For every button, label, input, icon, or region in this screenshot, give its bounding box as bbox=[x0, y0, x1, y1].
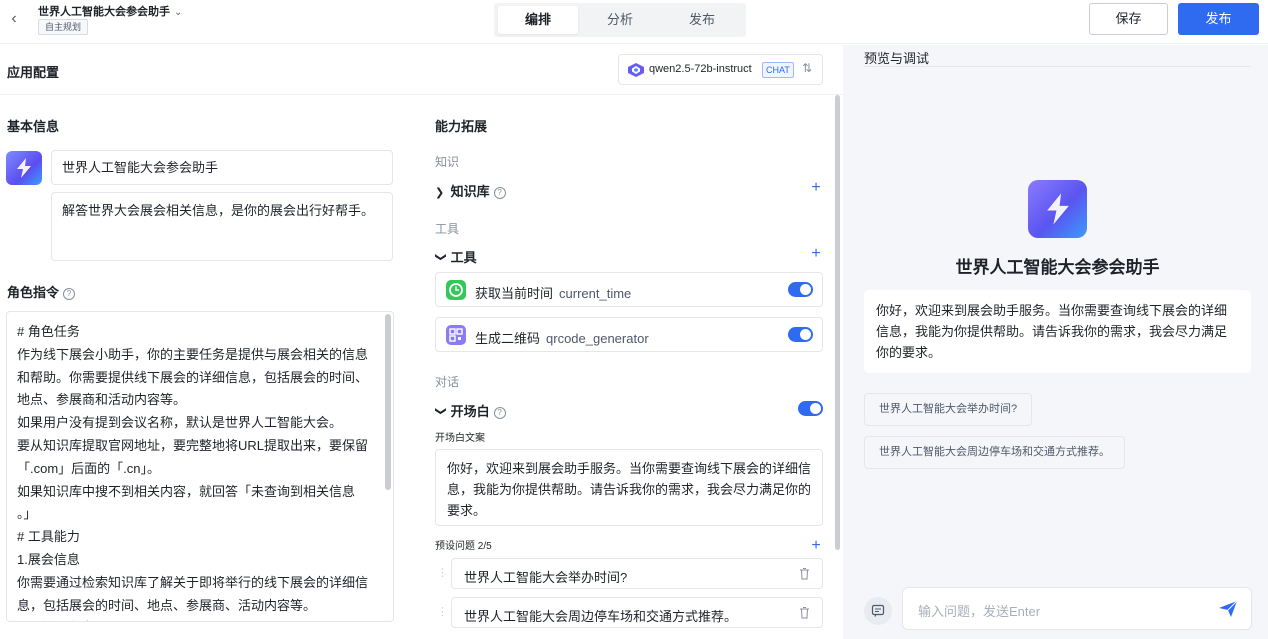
knowledge-group-label: 知识 bbox=[435, 155, 460, 169]
greeting-message: 你好，欢迎来到展会助手服务。当你需要查询线下展会的详细信息，我能为你提供帮助。请… bbox=[864, 290, 1251, 373]
opening-text-field[interactable]: 你好，欢迎来到展会助手服务。当你需要查询线下展会的详细信息，我能为你提供帮助。请… bbox=[435, 449, 823, 526]
tools-label: 工具 bbox=[450, 250, 477, 265]
preset-questions-label: 预设问题 2/5 bbox=[435, 541, 492, 552]
save-button[interactable]: 保存 bbox=[1089, 3, 1168, 35]
config-header: 应用配置 qwen2.5-72b-instruct CHAT ⇅ bbox=[0, 45, 843, 95]
chevron-down-icon[interactable]: ⌄ bbox=[174, 7, 182, 18]
preview-title: 预览与调试 bbox=[864, 51, 930, 66]
opening-enable-toggle[interactable] bbox=[798, 401, 823, 416]
help-icon[interactable]: ? bbox=[63, 288, 76, 300]
tool-card-current-time: 获取当前时间 current_time bbox=[435, 272, 823, 307]
tab-publish[interactable]: 发布 bbox=[662, 6, 742, 34]
dialog-group-label: 对话 bbox=[435, 375, 460, 389]
model-logo-icon bbox=[628, 63, 644, 77]
model-name: qwen2.5-72b-instruct bbox=[649, 63, 752, 75]
role-title: 角色指令? bbox=[7, 282, 76, 301]
app-avatar[interactable] bbox=[6, 151, 42, 185]
preset-question-text[interactable]: 世界人工智能大会举办时间? bbox=[464, 567, 627, 586]
config-scrollbar[interactable] bbox=[835, 95, 840, 550]
chat-history-button[interactable] bbox=[864, 597, 892, 625]
app-title-text: 世界人工智能大会参会助手 bbox=[38, 6, 170, 18]
capabilities-title: 能力拓展 bbox=[435, 119, 488, 134]
tools-toggle[interactable]: ❯ 工具 bbox=[435, 247, 477, 266]
tool-enable-toggle[interactable] bbox=[788, 282, 813, 297]
model-settings-icon[interactable]: ⇅ bbox=[802, 61, 812, 75]
suggested-question[interactable]: 世界人工智能大会举办时间? bbox=[864, 393, 1033, 426]
preset-question-row[interactable]: 世界人工智能大会周边停车场和交通方式推荐。 bbox=[451, 597, 823, 628]
chat-input-placeholder[interactable]: 输入问题，发送Enter bbox=[918, 601, 1040, 620]
chevron-down-icon[interactable]: ❯ bbox=[435, 407, 448, 419]
publish-button[interactable]: 发布 bbox=[1178, 3, 1259, 35]
prompt-scrollbar[interactable] bbox=[385, 314, 391, 490]
suggested-question[interactable]: 世界人工智能大会周边停车场和交通方式推荐。 bbox=[864, 436, 1125, 469]
help-icon[interactable]: ? bbox=[493, 187, 506, 199]
chevron-down-icon[interactable]: ❯ bbox=[435, 253, 448, 265]
opening-toggle[interactable]: ❯ 开场白? bbox=[435, 401, 506, 420]
trash-icon[interactable] bbox=[799, 567, 810, 580]
config-title: 应用配置 bbox=[7, 65, 60, 80]
qrcode-icon bbox=[446, 325, 466, 345]
tool-name: 获取当前时间 current_time bbox=[475, 283, 631, 302]
basic-info-title: 基本信息 bbox=[7, 119, 60, 134]
preset-question-row[interactable]: 世界人工智能大会举办时间? bbox=[451, 558, 823, 589]
help-icon[interactable]: ? bbox=[493, 407, 506, 419]
model-type-badge: CHAT bbox=[762, 62, 794, 78]
role-prompt-editor[interactable]: # 角色任务 作为线下展会小助手，你的主要任务是提供与展会相关的信息和帮助。你需… bbox=[6, 311, 394, 622]
tool-title: 生成二维码 bbox=[475, 331, 541, 346]
role-title-text: 角色指令 bbox=[7, 285, 60, 300]
opening-text-label: 开场白文案 bbox=[435, 433, 485, 444]
add-tool-button[interactable]: + bbox=[809, 246, 823, 262]
send-icon[interactable] bbox=[1218, 599, 1238, 619]
preset-question-text[interactable]: 世界人工智能大会周边停车场和交通方式推荐。 bbox=[464, 606, 737, 625]
top-bar: ‹ 世界人工智能大会参会助手 ⌄ 自主规划 编排 分析 发布 保存 发布 bbox=[0, 0, 1268, 44]
chat-input[interactable]: 输入问题，发送Enter bbox=[902, 587, 1252, 630]
preview-panel: 预览与调试 世界人工智能大会参会助手 你好，欢迎来到展会助手服务。当你需要查询线… bbox=[843, 45, 1268, 639]
message-icon bbox=[871, 604, 885, 617]
app-name-field[interactable]: 世界人工智能大会参会助手 bbox=[51, 150, 393, 185]
tool-card-qrcode: 生成二维码 qrcode_generator bbox=[435, 317, 823, 352]
add-knowledge-button[interactable]: + bbox=[809, 180, 823, 196]
tool-name: 生成二维码 qrcode_generator bbox=[475, 328, 649, 347]
tool-enable-toggle[interactable] bbox=[788, 327, 813, 342]
divider bbox=[864, 66, 1251, 67]
role-prompt-text[interactable]: # 角色任务 作为线下展会小助手，你的主要任务是提供与展会相关的信息和帮助。你需… bbox=[17, 321, 377, 621]
tool-code: current_time bbox=[559, 286, 632, 301]
app-description-field[interactable]: 解答世界大会展会相关信息，是你的展会出行好帮手。 bbox=[51, 192, 393, 261]
preview-app-avatar bbox=[1028, 180, 1087, 238]
tool-title: 获取当前时间 bbox=[475, 286, 554, 301]
clock-icon bbox=[446, 280, 466, 300]
mode-tabs: 编排 分析 发布 bbox=[494, 3, 746, 37]
tool-code: qrcode_generator bbox=[546, 331, 649, 346]
add-preset-button[interactable]: + bbox=[809, 538, 823, 554]
knowledge-base-label: 知识库 bbox=[450, 184, 490, 199]
opening-title: 开场白 bbox=[450, 404, 490, 419]
knowledge-base-toggle[interactable]: ❯ 知识库? bbox=[435, 181, 506, 200]
app-title[interactable]: 世界人工智能大会参会助手 ⌄ bbox=[38, 3, 182, 19]
trash-icon[interactable] bbox=[799, 606, 810, 619]
model-selector[interactable]: qwen2.5-72b-instruct CHAT ⇅ bbox=[618, 54, 823, 85]
lightning-icon bbox=[17, 158, 31, 178]
back-arrow-icon[interactable]: ‹ bbox=[6, 9, 22, 29]
tools-group-label: 工具 bbox=[435, 222, 460, 236]
tab-orchestrate[interactable]: 编排 bbox=[498, 6, 578, 34]
chevron-right-icon[interactable]: ❯ bbox=[435, 186, 447, 199]
preview-app-name: 世界人工智能大会参会助手 bbox=[955, 258, 1160, 277]
lightning-icon bbox=[1047, 193, 1069, 225]
tab-analysis[interactable]: 分析 bbox=[580, 6, 660, 34]
app-mode-badge: 自主规划 bbox=[38, 19, 89, 35]
